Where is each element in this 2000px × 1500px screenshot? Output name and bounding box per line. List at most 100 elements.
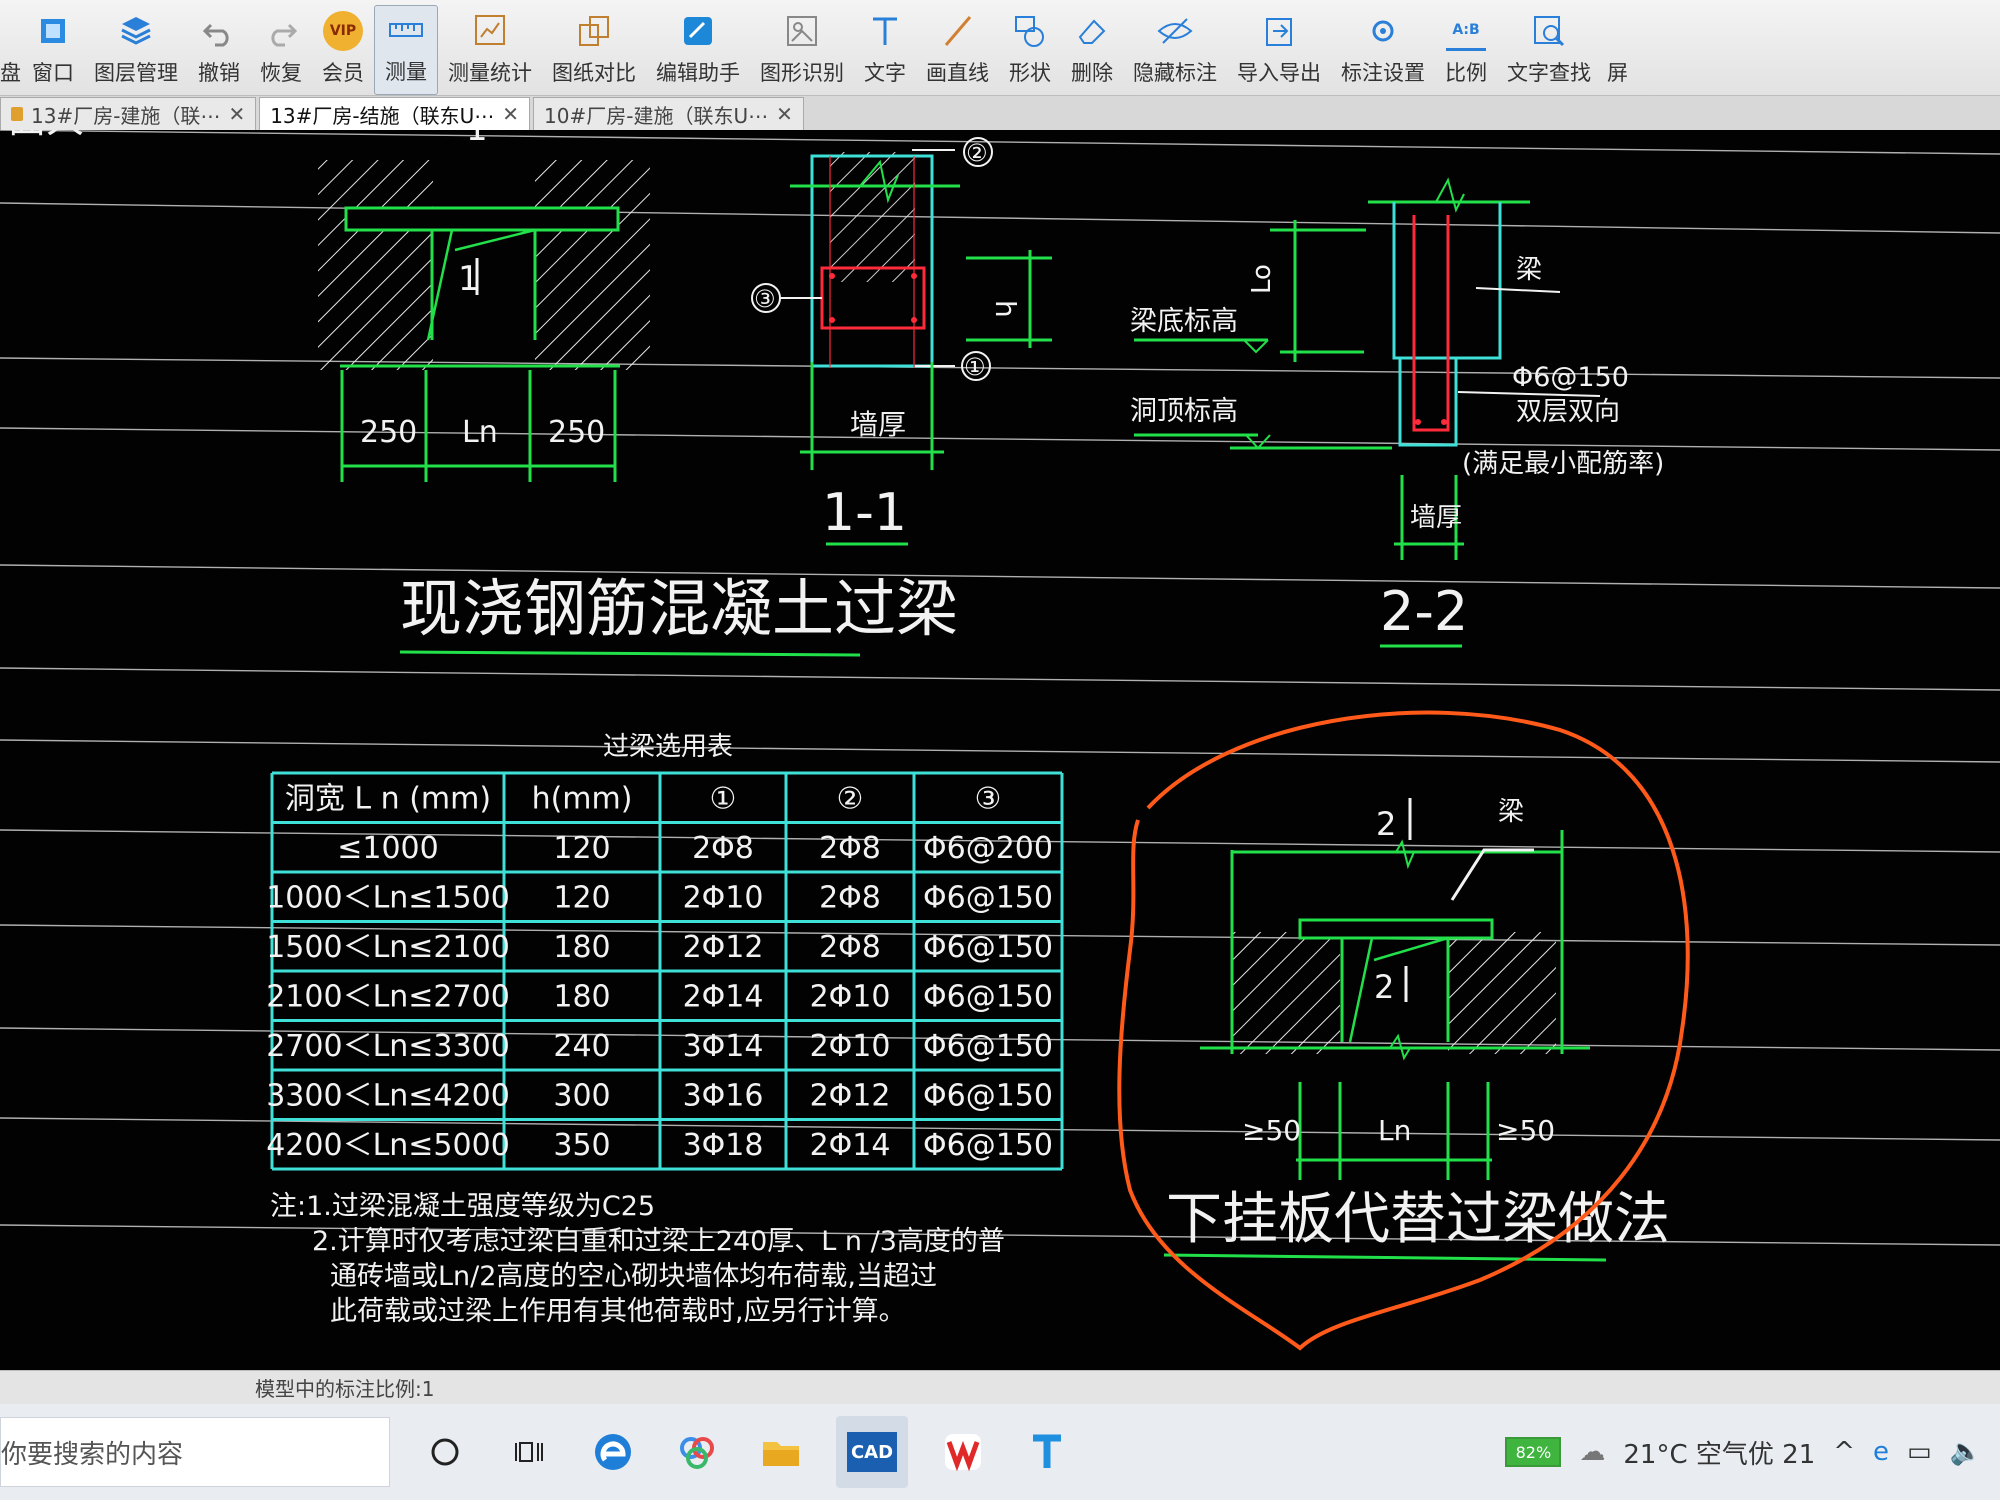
rebar-label: Φ6@150: [1512, 362, 1629, 393]
toolbar-delete-button[interactable]: 删除: [1061, 5, 1123, 95]
tab-13-arch[interactable]: 13#厂房-建施（联⋯ ✕: [0, 97, 257, 130]
table-cell: 1000＜Ln≤1500: [266, 881, 510, 916]
document-tabs: 13#厂房-建施（联⋯ ✕ 13#厂房-结施（联东U⋯ ✕ 10#厂房-建施（联…: [0, 96, 2000, 130]
table-cell: Φ6@200: [923, 831, 1053, 866]
table-cell: 350: [553, 1128, 610, 1163]
toolbar-scale-button[interactable]: A:B 比例: [1435, 5, 1497, 95]
text-search-icon: [1534, 16, 1565, 47]
weather-text[interactable]: 21°C 空气优 21: [1623, 1434, 1815, 1471]
toolbar-measure-stats-button[interactable]: 测量统计: [438, 5, 542, 95]
toolbar-undo-button[interactable]: 撤销: [188, 5, 250, 95]
toolbar-line-button[interactable]: 画直线: [916, 5, 999, 95]
cad-viewer-icon[interactable]: CAD: [836, 1416, 908, 1488]
system-tray: 82% ☁ 21°C 空气优 21 ^ e ▭ 🔈: [1505, 1434, 2000, 1471]
callout-1: ①: [964, 353, 986, 381]
toolbar-measure-stats-label: 测量统计: [448, 61, 532, 85]
section-2-2-title: 2-2: [1380, 580, 1468, 643]
wps-icon[interactable]: [934, 1423, 992, 1481]
tab-10-arch-label: 10#厂房-建施（联东U⋯: [544, 103, 769, 128]
tab-13-arch-label: 13#厂房-建施（联⋯: [31, 103, 221, 128]
cortana-icon[interactable]: [416, 1423, 474, 1481]
close-icon[interactable]: ✕: [228, 102, 245, 126]
left-section-detail: 1 250 Ln 250: [318, 160, 650, 482]
hanging-plate-detail: 2 2 梁 ≥50 Ln ≥50 下挂板代替过梁做法: [1163, 797, 1670, 1262]
lintel-table: 洞宽 L n (mm) h(mm) ① ② ③ ≤1000 120 2Φ8 2Φ8 Φ6@200 1…: [266, 771, 1064, 1171]
lock-icon: [11, 107, 23, 121]
toolbar-annotation-settings-button[interactable]: 标注设置: [1331, 5, 1435, 95]
section-1-1-h-label: h: [989, 300, 1022, 318]
close-icon[interactable]: ✕: [502, 102, 519, 126]
detail-title: 下挂板代替过梁做法: [1166, 1187, 1670, 1252]
cad-drawing-canvas[interactable]: 平面大 1 1 250 Ln 250: [0, 130, 2000, 1370]
toolbar-disk-label: 盘: [0, 61, 21, 85]
battery-tray-icon[interactable]: ▭: [1907, 1437, 1932, 1467]
toolbar-hide-annotations-button[interactable]: 隐藏标注: [1123, 5, 1227, 95]
main-toolbar: 盘 窗口 图层管理 撤销 恢复 VIP 会员 测量 测量统计 图纸对比 编辑助手: [0, 0, 2000, 96]
callout-3: ③: [754, 285, 776, 313]
table-cell: 2700＜Ln≤3300: [266, 1029, 510, 1064]
import-export-icon: [1266, 18, 1292, 46]
section-1-1-title: 1-1: [822, 483, 907, 543]
toolbar-edit-assistant-button[interactable]: 编辑助手: [646, 5, 750, 95]
toolbar-compare-button[interactable]: 图纸对比: [542, 5, 646, 95]
toolbar-text-search-button[interactable]: 文字查找: [1497, 5, 1601, 95]
rebar-label-2: 双层双向: [1516, 397, 1620, 427]
table-cell: 2Φ10: [683, 881, 764, 916]
line-icon: [944, 16, 971, 46]
toolbar-hide-annotations-label: 隐藏标注: [1133, 61, 1217, 85]
left-dim-2: Ln: [462, 415, 498, 450]
task-view-icon[interactable]: [500, 1423, 558, 1481]
taskbar-search-placeholder: 你要搜索的内容: [1, 1439, 184, 1470]
edge-icon[interactable]: [584, 1423, 642, 1481]
note-line-1: 注:1.过梁混凝土强度等级为C25: [270, 1191, 655, 1222]
toolbar-redo-button[interactable]: 恢复: [250, 5, 312, 95]
toolbar-shape-button[interactable]: 形状: [999, 5, 1061, 95]
toolbar-window-button[interactable]: 窗口: [22, 5, 84, 95]
taskbar-search-input[interactable]: 你要搜索的内容: [0, 1417, 390, 1487]
toolbar-import-export-button[interactable]: 导入导出: [1227, 5, 1331, 95]
top-mark: 1: [466, 130, 488, 149]
toolbar-measure-button[interactable]: 测量: [374, 5, 438, 95]
toolbar-text-button[interactable]: 文字: [854, 5, 916, 95]
table-cell: Φ6@150: [923, 1079, 1053, 1114]
detail-dim-3: ≥50: [1496, 1114, 1555, 1147]
toolbar-scale-label: 比例: [1445, 61, 1487, 85]
tab-13-struct-label: 13#厂房-结施（联东U⋯: [270, 103, 495, 128]
shape-recognize-icon: [787, 16, 817, 46]
toolbar-undo-label: 撤销: [198, 61, 240, 85]
table-cell: 300: [553, 1079, 610, 1114]
toolbar-vip-button[interactable]: VIP 会员: [312, 5, 374, 95]
chevron-up-icon[interactable]: ^: [1833, 1437, 1855, 1467]
table-header-cell: 洞宽 L n (mm): [285, 782, 491, 817]
toolbar-layer-manager-button[interactable]: 图层管理: [84, 5, 188, 95]
close-icon[interactable]: ✕: [776, 102, 793, 126]
table-cell: 2Φ10: [810, 980, 891, 1015]
table-cell: Φ6@150: [923, 1128, 1053, 1163]
battery-indicator[interactable]: 82%: [1505, 1437, 1562, 1467]
file-explorer-icon[interactable]: [752, 1423, 810, 1481]
toolbar-import-export-label: 导入导出: [1237, 61, 1321, 85]
annotation-circle[interactable]: [1117, 710, 1690, 1351]
toolbar-shape-recognize-button[interactable]: 图形识别: [750, 5, 854, 95]
text-app-icon[interactable]: [1018, 1423, 1076, 1481]
opening-top-label: 洞顶标高: [1130, 396, 1238, 427]
table-cell: 2Φ8: [819, 930, 881, 965]
toolbar-text-search-label: 文字查找: [1507, 61, 1591, 85]
beam-bottom-label: 梁底标高: [1130, 306, 1238, 337]
callout-2: ②: [966, 139, 988, 167]
table-header-cell: ①: [710, 782, 737, 817]
note-line-2: 2.计算时仅考虑过梁自重和过梁上240厚、L n /3高度的普: [312, 1226, 1005, 1257]
edge-tray-icon[interactable]: e: [1873, 1437, 1889, 1467]
toolbar-screen-button[interactable]: 屏: [1601, 5, 1628, 95]
table-cell: 4200＜Ln≤5000: [266, 1128, 510, 1163]
ratio-icon: A:B: [1446, 11, 1486, 51]
baidu-netdisk-icon[interactable]: [668, 1423, 726, 1481]
top-fragment-text: 平面大: [0, 130, 84, 141]
tab-10-arch[interactable]: 10#厂房-建施（联东U⋯ ✕: [533, 97, 804, 130]
measure-stats-icon: [475, 15, 505, 45]
tab-13-struct[interactable]: 13#厂房-结施（联东U⋯ ✕: [259, 97, 531, 130]
vip-icon: VIP: [323, 11, 363, 51]
toolbar-disk-button[interactable]: 盘: [0, 5, 22, 95]
table-cell: Φ6@150: [923, 881, 1053, 916]
volume-icon[interactable]: 🔈: [1950, 1437, 1982, 1467]
